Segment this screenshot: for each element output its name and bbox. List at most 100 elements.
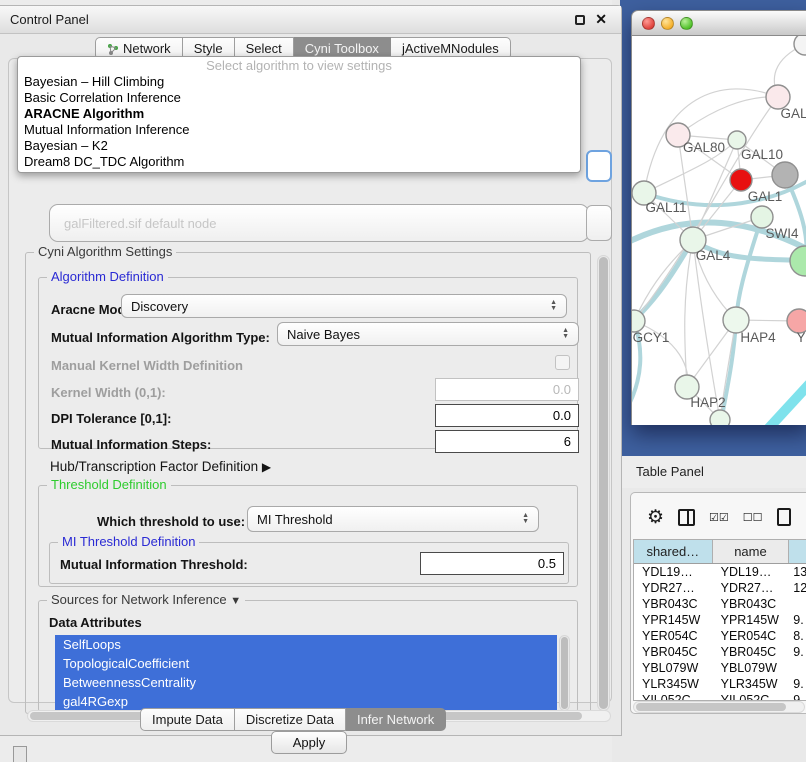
hub-definition-toggle[interactable]: Hub/Transcription Factor Definition ▶: [50, 459, 271, 474]
tab-discretize-data[interactable]: Discretize Data: [235, 708, 346, 731]
network-graph: GALGAL80GAL10GAL1GAL11SWI4GAL4GCY1HAP4YH…: [632, 36, 806, 425]
algorithm-option[interactable]: Dream8 DC_TDC Algorithm: [18, 154, 580, 170]
tab-label: Style: [194, 41, 223, 56]
attribute-item[interactable]: SelfLoops: [55, 635, 557, 654]
mi-type-label: Mutual Information Algorithm Type:: [51, 330, 270, 345]
settings-vertical-scrollbar[interactable]: [597, 255, 610, 711]
table-cell: 9.: [789, 676, 806, 692]
node-label: GAL10: [741, 147, 783, 162]
node-label: HAP2: [690, 395, 725, 410]
table-cell: YPR145W: [713, 612, 790, 628]
float-window-icon[interactable]: [575, 15, 585, 25]
tab-label: Network: [123, 41, 171, 56]
tab-impute-data[interactable]: Impute Data: [140, 708, 235, 731]
network-view-window: GALGAL80GAL10GAL1GAL11SWI4GAL4GCY1HAP4YH…: [631, 10, 806, 425]
algorithm-selection-popup: Select algorithm to view settings Bayesi…: [17, 56, 581, 173]
network-combobox-fragment[interactable]: [586, 205, 612, 241]
table-body: YDL19…YDL19…13YDR27…YDR27…12YBR043CYBR04…: [634, 564, 806, 701]
table-cell: 13: [789, 564, 806, 580]
table-hscroll-thumb[interactable]: [636, 703, 786, 711]
algorithm-prompt: Select algorithm to view settings: [18, 58, 580, 74]
table-cell: YIL052C: [634, 692, 713, 701]
attributes-scrollbar-thumb[interactable]: [561, 637, 568, 709]
network-node[interactable]: [772, 162, 798, 188]
table-row[interactable]: YBL079WYBL079W: [634, 660, 806, 676]
close-icon[interactable]: ✕: [595, 11, 607, 28]
table-selection-combobox[interactable]: galFiltered.sif default node: [49, 204, 589, 242]
table-cell: YDR27…: [713, 580, 790, 596]
minimize-traffic-light-icon[interactable]: [661, 17, 674, 30]
node-label: GAL11: [645, 200, 686, 215]
mi-threshold-field[interactable]: 0.5: [420, 552, 564, 575]
table-row[interactable]: YBR043CYBR043C: [634, 596, 806, 612]
table-cell: 9.: [789, 612, 806, 628]
split-columns-icon[interactable]: [678, 509, 695, 526]
tab-label: jActiveMNodules: [402, 41, 499, 56]
table-row[interactable]: YLR345WYLR345W9.: [634, 676, 806, 692]
attribute-item[interactable]: TopologicalCoefficient: [55, 654, 557, 673]
table-row[interactable]: YER054CYER054C8.: [634, 628, 806, 644]
algorithm-option[interactable]: Bayesian – K2: [18, 138, 580, 154]
table-cell: YIL052C: [713, 692, 790, 701]
unchecked-pair-icon[interactable]: ☐☐: [743, 511, 763, 524]
aracne-mode-combobox[interactable]: Discovery ▲▼: [121, 294, 567, 318]
table-row[interactable]: YPR145WYPR145W9.: [634, 612, 806, 628]
zoom-traffic-light-icon[interactable]: [680, 17, 693, 30]
mi-type-combobox[interactable]: Naive Bayes ▲▼: [277, 322, 579, 346]
table-row[interactable]: YDL19…YDL19…13: [634, 564, 806, 580]
table-row[interactable]: YBR045CYBR045C9.: [634, 644, 806, 660]
node-label: GAL80: [683, 140, 725, 155]
inference-algorithm-combobox-fragment[interactable]: [586, 150, 612, 182]
column-header[interactable]: shared…: [634, 540, 713, 563]
network-node-swi4[interactable]: [751, 206, 773, 228]
network-node[interactable]: [794, 36, 806, 55]
node-attribute-table: shared…name YDL19…YDL19…13YDR27…YDR27…12…: [633, 539, 806, 701]
settings-group-title: Cyni Algorithm Settings: [34, 244, 176, 259]
network-node[interactable]: [790, 246, 806, 276]
network-window-titlebar[interactable]: [631, 10, 806, 36]
apply-button[interactable]: Apply: [271, 731, 347, 754]
table-cell: YBR043C: [634, 596, 713, 612]
new-page-icon[interactable]: [777, 508, 791, 526]
gear-icon[interactable]: ⚙: [647, 506, 664, 529]
sources-group-title[interactable]: Sources for Network Inference ▼: [47, 592, 245, 607]
kernel-width-field[interactable]: 0.0: [435, 378, 579, 401]
table-horizontal-scrollbar[interactable]: [633, 701, 805, 713]
settings-scrollbar-thumb[interactable]: [599, 257, 608, 709]
dpi-tolerance-field[interactable]: 0.0: [435, 404, 579, 427]
network-node-gal1[interactable]: [730, 169, 752, 191]
control-panel-titlebar: Control Panel ✕: [0, 6, 621, 34]
column-header[interactable]: name: [713, 540, 790, 563]
node-label: Y: [796, 330, 805, 345]
tab-infer-network[interactable]: Infer Network: [346, 708, 446, 731]
table-toolbar: ⚙ ☑☑ ☐☐: [631, 499, 806, 535]
which-threshold-combobox[interactable]: MI Threshold ▲▼: [247, 506, 539, 532]
algorithm-option[interactable]: Basic Correlation Inference: [18, 90, 580, 106]
algorithm-option[interactable]: Mutual Information Inference: [18, 122, 580, 138]
network-canvas[interactable]: GALGAL80GAL10GAL1GAL11SWI4GAL4GCY1HAP4YH…: [631, 36, 806, 425]
table-cell: YBL079W: [634, 660, 713, 676]
mi-steps-field[interactable]: 6: [435, 430, 579, 453]
checked-pair-icon[interactable]: ☑☑: [709, 511, 729, 524]
algorithm-option[interactable]: Bayesian – Hill Climbing: [18, 74, 580, 90]
hub-definition-label: Hub/Transcription Factor Definition: [50, 459, 258, 474]
table-cell: 12: [789, 580, 806, 596]
minimized-panel-grip[interactable]: [13, 746, 27, 762]
table-row[interactable]: YDR27…YDR27…12: [634, 580, 806, 596]
control-panel-title: Control Panel: [10, 12, 89, 27]
manual-kernel-checkbox[interactable]: [555, 355, 570, 370]
tab-label: Select: [246, 41, 282, 56]
column-header[interactable]: [789, 540, 806, 563]
node-label: HAP4: [740, 330, 776, 345]
algorithm-definition-title: Algorithm Definition: [47, 269, 168, 284]
attributes-scrollbar[interactable]: [559, 635, 570, 711]
attribute-item[interactable]: BetweennessCentrality: [55, 673, 557, 692]
data-attributes-list: SelfLoopsTopologicalCoefficientBetweenne…: [55, 635, 557, 711]
table-row[interactable]: YIL052CYIL052C9.: [634, 692, 806, 701]
table-panel-title: Table Panel: [636, 464, 704, 479]
mi-threshold-group-title: MI Threshold Definition: [58, 534, 199, 549]
algorithm-option[interactable]: ARACNE Algorithm: [18, 106, 580, 122]
table-selection-value: galFiltered.sif default node: [64, 216, 216, 231]
close-traffic-light-icon[interactable]: [642, 17, 655, 30]
network-node[interactable]: [710, 410, 730, 425]
